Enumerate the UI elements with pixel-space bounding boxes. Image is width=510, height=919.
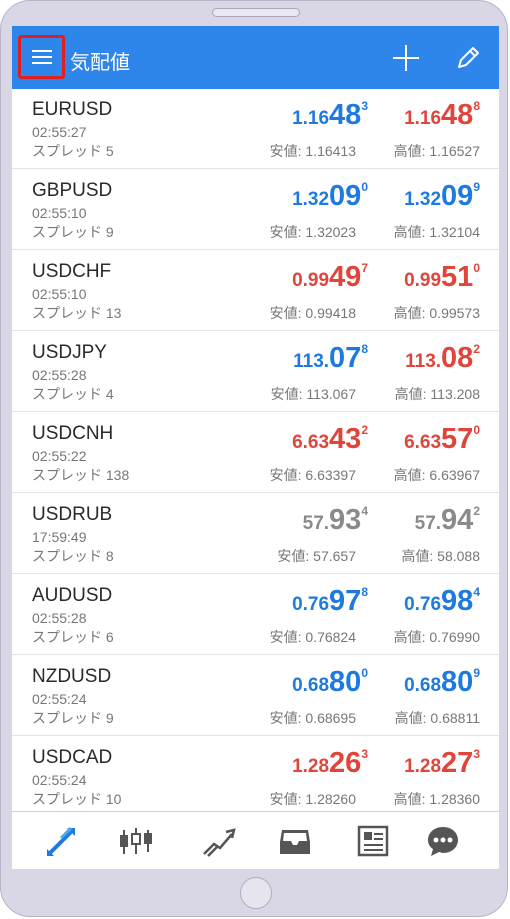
ask-price-pips: 94 [441, 504, 474, 536]
high-price: 高値: 6.63967 [393, 467, 480, 483]
spread-label: スプレッド 5 [32, 143, 114, 159]
ask-price-fraction: 8 [473, 99, 480, 113]
ask-price-fraction: 9 [473, 666, 480, 680]
news-icon[interactable] [355, 824, 391, 858]
ask-price-pips: 80 [441, 666, 474, 698]
high-price: 高値: 113.208 [394, 386, 480, 402]
quote-time: 02:55:22 [32, 448, 87, 464]
bottom-navigation [12, 811, 499, 869]
symbol-name: GBPUSD [32, 180, 113, 201]
quote-time: 02:55:27 [32, 124, 87, 140]
inbox-icon[interactable] [277, 824, 313, 858]
high-price: 高値: 1.16527 [393, 143, 480, 159]
quote-time: 02:55:10 [32, 286, 87, 302]
spread-label: スプレッド 13 [32, 305, 122, 321]
device-frame: 気配値 EURUSD 02:55:27 スプレッド 5 1.16483 1.16488 安… [0, 0, 508, 917]
ask-price-fraction: 0 [473, 423, 480, 437]
spread-label: スプレッド 10 [32, 791, 122, 807]
app-screen: 気配値 EURUSD 02:55:27 スプレッド 5 1.16483 1.16488 安… [12, 26, 499, 869]
ask-price[interactable]: 1.16488 [320, 99, 480, 132]
ask-price-fraction: 3 [473, 747, 480, 761]
page-title: 気配値 [70, 52, 130, 74]
ask-price-pips: 98 [441, 585, 474, 617]
spread-label: スプレッド 6 [32, 629, 114, 645]
ask-price-prefix: 0.76 [404, 594, 442, 615]
ask-price[interactable]: 57.942 [320, 504, 480, 537]
ask-price-prefix: 0.99 [404, 270, 442, 291]
quote-row-usdrub[interactable]: USDRUB 17:59:49 スプレッド 8 57.934 57.942 安値: 57.… [12, 494, 499, 574]
symbol-name: NZDUSD [32, 666, 112, 687]
ask-price-fraction: 0 [473, 261, 480, 275]
ask-price-fraction: 4 [473, 585, 480, 599]
quote-time: 02:55:24 [32, 691, 87, 707]
high-price: 高値: 58.088 [401, 548, 480, 564]
high-price: 高値: 0.68811 [394, 710, 480, 726]
quote-row-eurusd[interactable]: EURUSD 02:55:27 スプレッド 5 1.16483 1.16488 安値: 1… [12, 89, 499, 169]
quote-row-nzdusd[interactable]: NZDUSD 02:55:24 スプレッド 9 0.68800 0.68809 安値: 0… [12, 656, 499, 736]
quote-time: 02:55:10 [32, 205, 87, 221]
ask-price-prefix: 1.28 [404, 756, 442, 777]
high-price: 高値: 1.28360 [393, 791, 480, 807]
ask-price[interactable]: 0.68809 [320, 666, 480, 699]
quote-row-usdchf[interactable]: USDCHF 02:55:10 スプレッド 13 0.99497 0.99510 安値: … [12, 251, 499, 331]
symbol-name: USDRUB [32, 504, 113, 525]
spread-label: スプレッド 8 [32, 548, 114, 564]
home-button[interactable] [240, 877, 272, 909]
hamburger-menu-icon [32, 50, 52, 64]
quote-time: 17:59:49 [32, 529, 87, 545]
symbol-name: USDCNH [32, 423, 114, 444]
ask-price-pips: 57 [441, 423, 474, 455]
ask-price-fraction: 2 [473, 504, 480, 518]
spread-label: スプレッド 9 [32, 224, 114, 240]
ask-price-fraction: 2 [473, 342, 480, 356]
edit-pencil-icon[interactable] [454, 44, 482, 72]
ask-price[interactable]: 0.76984 [320, 585, 480, 618]
ask-price-pips: 51 [441, 261, 474, 293]
symbol-name: USDCHF [32, 261, 112, 282]
ask-price-prefix: 1.16 [404, 108, 442, 129]
ask-price-pips: 48 [441, 99, 474, 131]
top-app-bar: 気配値 [12, 26, 499, 89]
quote-time: 02:55:24 [32, 772, 87, 788]
trade-icon[interactable] [200, 824, 236, 858]
speaker-grille [212, 8, 300, 17]
ask-price-prefix: 57. [414, 513, 442, 534]
chart-icon[interactable] [119, 824, 155, 858]
ask-price[interactable]: 0.99510 [320, 261, 480, 294]
spread-label: スプレッド 9 [32, 710, 114, 726]
quote-row-gbpusd[interactable]: GBPUSD 02:55:10 スプレッド 9 1.32090 1.32099 安値: 1… [12, 170, 499, 250]
menu-button[interactable] [18, 35, 65, 79]
symbol-name: USDCAD [32, 747, 113, 768]
quote-time: 02:55:28 [32, 610, 87, 626]
ask-price[interactable]: 1.32099 [320, 180, 480, 213]
ask-price[interactable]: 6.63570 [320, 423, 480, 456]
ask-price[interactable]: 1.28273 [320, 747, 480, 780]
symbol-name: USDJPY [32, 342, 107, 363]
add-symbol-button[interactable] [392, 44, 420, 72]
spread-label: スプレッド 4 [32, 386, 114, 402]
ask-price-prefix: 113. [405, 351, 442, 372]
ask-price-fraction: 9 [473, 180, 480, 194]
high-price: 高値: 1.32104 [393, 224, 480, 240]
ask-price-prefix: 0.68 [404, 675, 442, 696]
quotes-icon[interactable] [45, 824, 81, 858]
chat-icon[interactable] [425, 824, 461, 858]
ask-price-pips: 27 [441, 747, 474, 779]
ask-price[interactable]: 113.082 [320, 342, 480, 375]
quote-row-usdcad[interactable]: USDCAD 02:55:24 スプレッド 10 1.28263 1.28273 安値: … [12, 737, 499, 817]
ask-price-prefix: 6.63 [404, 432, 442, 453]
symbol-name: EURUSD [32, 99, 113, 120]
ask-price-pips: 09 [441, 180, 474, 212]
ask-price-prefix: 1.32 [404, 189, 442, 210]
quote-row-usdjpy[interactable]: USDJPY 02:55:28 スプレッド 4 113.078 113.082 安値: 1… [12, 332, 499, 412]
high-price: 高値: 0.99573 [393, 305, 480, 321]
spread-label: スプレッド 138 [32, 467, 130, 483]
symbol-name: AUDUSD [32, 585, 113, 606]
ask-price-pips: 08 [441, 342, 474, 374]
quote-row-audusd[interactable]: AUDUSD 02:55:28 スプレッド 6 0.76978 0.76984 安値: 0… [12, 575, 499, 655]
quote-time: 02:55:28 [32, 367, 87, 383]
quote-row-usdcnh[interactable]: USDCNH 02:55:22 スプレッド 138 6.63432 6.63570 安値:… [12, 413, 499, 493]
high-price: 高値: 0.76990 [393, 629, 480, 645]
